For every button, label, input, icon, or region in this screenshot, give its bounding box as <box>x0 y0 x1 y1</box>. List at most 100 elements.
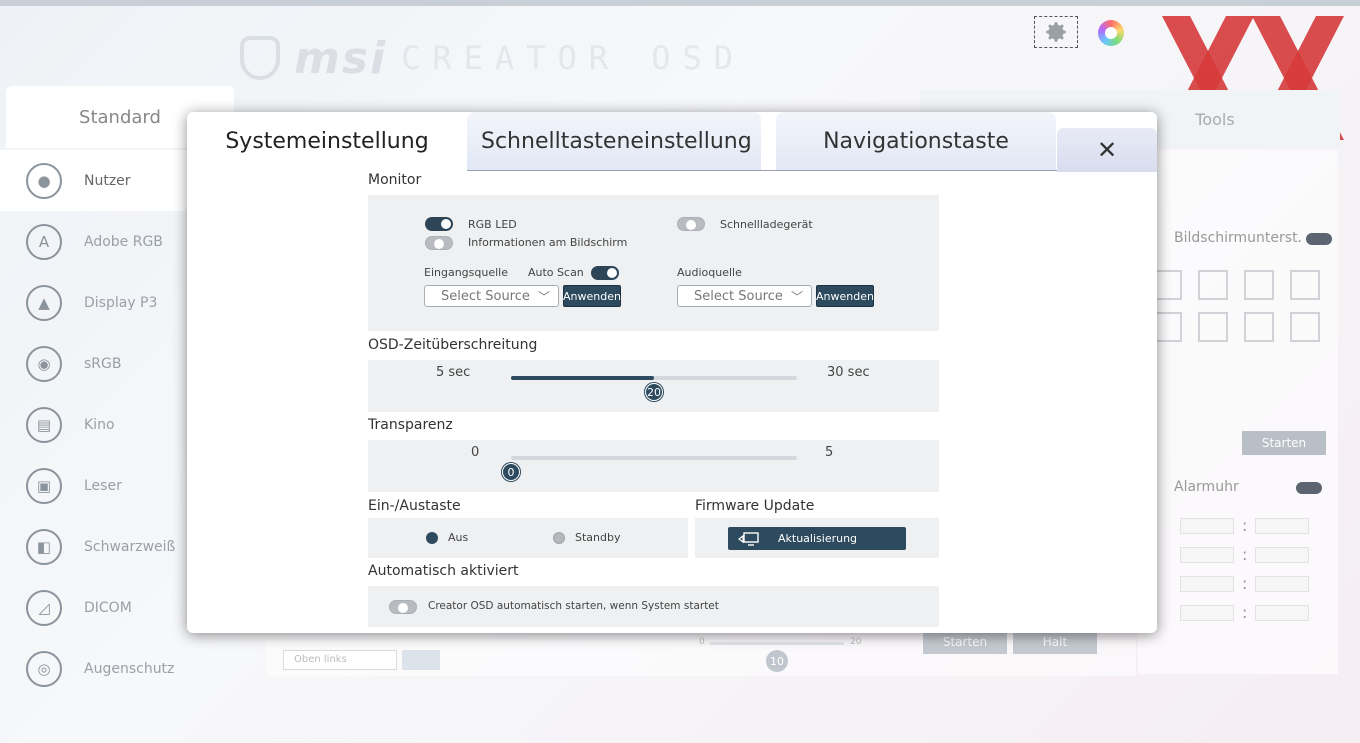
msi-shield-icon <box>240 36 280 80</box>
fast-charger-toggle[interactable] <box>677 217 705 231</box>
osd-info-label: Informationen am Bildschirm <box>468 236 628 249</box>
cinema-icon: ▤ <box>26 406 62 443</box>
bottom-stop-button[interactable]: Halt <box>1013 630 1097 654</box>
bottom-slider-track[interactable] <box>710 642 844 645</box>
eye-care-icon: ◎ <box>26 650 62 687</box>
audio-apply-button[interactable]: Anwenden <box>816 285 874 307</box>
color-wheel-icon[interactable] <box>1098 20 1124 46</box>
alarm-minute-select[interactable] <box>1255 546 1310 563</box>
adobe-rgb-icon: A <box>26 223 62 260</box>
power-standby-label: Standby <box>575 531 621 544</box>
transparency-min-label: 0 <box>471 445 480 460</box>
audio-source-select[interactable]: Select Source ﹀ <box>677 285 812 307</box>
monitor-update-icon <box>738 531 759 546</box>
brand-logo: msi CREATOR OSD <box>240 28 745 88</box>
osd-timeout-slider-fill <box>511 376 654 380</box>
fast-charger-label: Schnellladegerät <box>720 218 813 231</box>
alarm-minute-select[interactable] <box>1255 517 1310 534</box>
chevron-down-icon: ﹀ <box>790 290 803 304</box>
transparency-slider-track[interactable] <box>511 456 797 460</box>
alarm-hour-select[interactable] <box>1180 575 1234 592</box>
time-separator: : <box>1242 603 1248 622</box>
tools-panel <box>1138 150 1338 674</box>
bottom-slider-min: 0 <box>699 637 705 647</box>
transparency-slider-thumb[interactable]: 0 <box>502 463 520 481</box>
rgb-led-toggle[interactable] <box>425 217 453 231</box>
alarm-minute-select[interactable] <box>1255 575 1310 592</box>
position-apply-button[interactable] <box>402 650 440 670</box>
transparency-title: Transparenz <box>368 417 453 433</box>
osd-timeout-title: OSD-Zeitüberschreitung <box>368 337 538 353</box>
alarm-hour-select[interactable] <box>1180 604 1234 621</box>
time-separator: : <box>1242 574 1248 593</box>
bottom-start-button[interactable]: Starten <box>923 630 1007 654</box>
display-p3-icon: ▲ <box>26 284 62 321</box>
grid-pattern-icon[interactable] <box>1290 312 1320 342</box>
sidebar-item-label: Nutzer <box>84 172 131 189</box>
time-separator: : <box>1242 516 1248 535</box>
gear-icon <box>1046 22 1066 42</box>
audio-source-label: Audioquelle <box>677 266 742 279</box>
close-button[interactable]: ✕ <box>1057 128 1157 172</box>
osd-timeout-max-label: 30 sec <box>827 365 870 380</box>
srgb-icon: ◉ <box>26 345 62 382</box>
tools-start-button[interactable]: Starten <box>1242 431 1326 455</box>
firmware-update-label: Aktualisierung <box>778 532 858 545</box>
bottom-slider-thumb[interactable]: 10 <box>766 650 788 672</box>
grid-pattern-icon[interactable] <box>1244 270 1274 300</box>
alarm-clock-toggle[interactable] <box>1296 482 1322 494</box>
power-aus-label: Aus <box>448 531 469 544</box>
grid-pattern-icon[interactable] <box>1198 312 1228 342</box>
power-key-panel <box>368 518 688 558</box>
alarm-row: : <box>1180 545 1310 564</box>
osd-info-toggle[interactable] <box>425 236 453 250</box>
power-aus-radio[interactable] <box>426 532 438 544</box>
autostart-label: Creator OSD automatisch starten, wenn Sy… <box>428 600 719 612</box>
alarm-clock-label: Alarmuhr <box>1174 479 1239 495</box>
grid-pattern-icon[interactable] <box>1244 312 1274 342</box>
alarm-hour-select[interactable] <box>1180 517 1234 534</box>
audio-source-value: Select Source <box>694 288 783 304</box>
sidebar-item-label: Schwarzweiß <box>84 538 176 555</box>
screen-assist-toggle[interactable] <box>1306 233 1332 245</box>
settings-button[interactable] <box>1034 16 1078 48</box>
sidebar-item-augenschutz[interactable]: ◎ Augenschutz <box>0 638 236 699</box>
sidebar-item-label: Adobe RGB <box>84 233 163 250</box>
input-source-select[interactable]: Select Source ﹀ <box>424 285 559 307</box>
position-select[interactable]: Oben links <box>283 650 397 670</box>
input-source-value: Select Source <box>441 288 530 304</box>
transparency-max-label: 5 <box>825 445 834 460</box>
sidebar-item-label: sRGB <box>84 355 122 372</box>
chevron-down-icon: ﹀ <box>537 290 550 304</box>
transparency-panel <box>368 440 939 492</box>
auto-scan-label: Auto Scan <box>528 266 584 279</box>
alarm-hour-select[interactable] <box>1180 546 1234 563</box>
tab-schnelltasteneinstellung[interactable]: Schnelltasteneinstellung <box>467 112 761 170</box>
tab-navigationstaste[interactable]: Navigationstaste <box>776 112 1056 170</box>
user-icon: ● <box>26 162 62 199</box>
settings-dialog: Systemeinstellung Schnelltasteneinstellu… <box>187 112 1157 633</box>
tab-divider <box>467 170 1057 171</box>
sidebar-item-label: Kino <box>84 416 115 433</box>
reader-icon: ▣ <box>26 467 62 504</box>
alarm-row: : <box>1180 574 1310 593</box>
sidebar-item-label: Leser <box>84 477 122 494</box>
rgb-led-label: RGB LED <box>468 218 517 231</box>
dicom-icon: ◿ <box>26 589 62 626</box>
firmware-update-button[interactable]: Aktualisierung <box>728 527 906 550</box>
close-icon: ✕ <box>1096 136 1118 164</box>
alarm-minute-select[interactable] <box>1255 604 1310 621</box>
monitor-panel <box>368 195 939 331</box>
product-name: CREATOR OSD <box>401 39 746 77</box>
autostart-toggle[interactable] <box>389 600 417 614</box>
power-standby-radio[interactable] <box>553 532 565 544</box>
input-apply-button[interactable]: Anwenden <box>563 285 621 307</box>
osd-timeout-slider-thumb[interactable]: 20 <box>645 383 663 401</box>
autostart-title: Automatisch aktiviert <box>368 563 519 579</box>
osd-timeout-min-label: 5 sec <box>436 365 471 380</box>
grid-pattern-icon[interactable] <box>1290 270 1320 300</box>
grid-pattern-icon[interactable] <box>1198 270 1228 300</box>
power-key-title: Ein-/Austaste <box>368 498 461 514</box>
tab-systemeinstellung[interactable]: Systemeinstellung <box>187 112 467 170</box>
auto-scan-toggle[interactable] <box>591 266 619 280</box>
